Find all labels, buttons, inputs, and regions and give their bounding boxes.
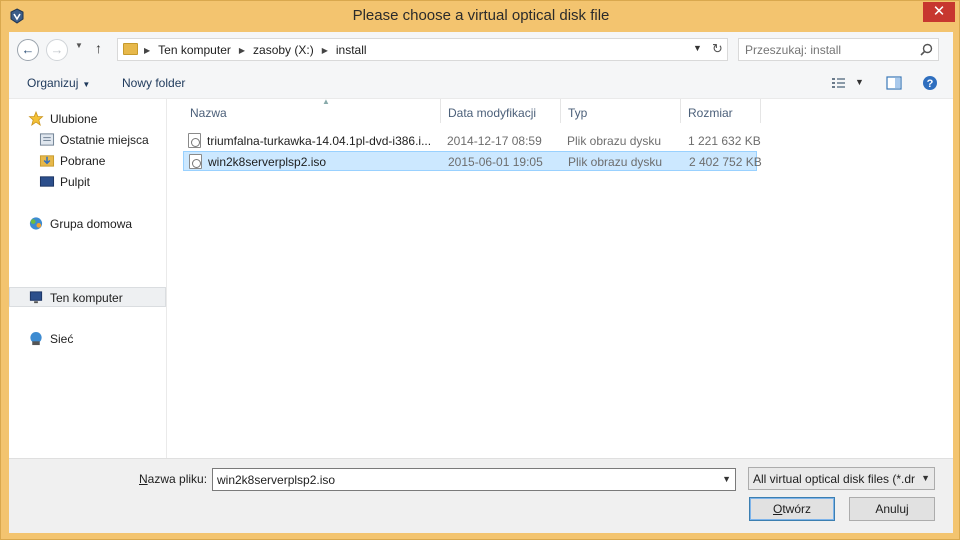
- preview-pane-icon[interactable]: [886, 75, 902, 91]
- view-options-icon[interactable]: [831, 75, 847, 91]
- file-type-select[interactable]: All virtual optical disk files (*.dr ▼: [748, 467, 935, 490]
- file-list: Nazwa ▲ Data modyfikacji Typ Rozmiar tri…: [168, 97, 953, 458]
- sort-ascending-icon: ▲: [322, 97, 330, 106]
- sidebar-item-label: Ten komputer: [50, 291, 123, 305]
- close-button[interactable]: ✕: [923, 2, 955, 22]
- sidebar-item-label: Ulubione: [50, 112, 98, 126]
- column-header-size[interactable]: Rozmiar: [681, 99, 761, 123]
- cancel-button[interactable]: Anuluj: [849, 497, 935, 521]
- open-button-label: twórz: [782, 502, 811, 516]
- sidebar-item-favorites[interactable]: Ulubione: [9, 109, 166, 129]
- breadcrumb: ▶ Ten komputer ▶ zasoby (X:) ▶ install: [144, 43, 367, 57]
- file-name: win2k8serverplsp2.iso: [208, 155, 327, 169]
- breadcrumb-item-computer[interactable]: Ten komputer: [158, 43, 231, 57]
- title-bar[interactable]: Please choose a virtual optical disk fil…: [1, 1, 960, 31]
- sidebar-item-recent-places[interactable]: Ostatnie miejsca: [9, 130, 166, 150]
- file-size: 2 402 752 KB: [689, 155, 762, 169]
- window-title: Please choose a virtual optical disk fil…: [352, 7, 610, 24]
- dialog-client: ← → ▼ ↑ ▶ Ten komputer ▶ zasoby (X:) ▶ i…: [9, 32, 953, 533]
- search-icon[interactable]: [920, 43, 933, 56]
- navigation-row: ← → ▼ ↑ ▶ Ten komputer ▶ zasoby (X:) ▶ i…: [9, 32, 953, 68]
- filename-label-mnemonic: N: [139, 472, 148, 486]
- navigation-pane: Ulubione Ostatnie miejsca Pobrane Pulpit…: [9, 99, 167, 458]
- column-header-label: Nazwa: [190, 106, 227, 120]
- address-bar[interactable]: ▶ Ten komputer ▶ zasoby (X:) ▶ install ▼…: [117, 38, 728, 61]
- filename-label: Nazwa pliku:: [139, 472, 207, 486]
- file-type: Plik obrazu dysku: [567, 134, 662, 148]
- file-type: Plik obrazu dysku: [568, 155, 663, 169]
- chevron-right-icon[interactable]: ▶: [144, 46, 150, 55]
- filename-combobox[interactable]: win2k8serverplsp2.iso ▼: [212, 468, 736, 491]
- up-folder-button[interactable]: ↑: [95, 40, 102, 56]
- filename-input-value[interactable]: win2k8serverplsp2.iso: [217, 473, 335, 487]
- bottom-panel: Nazwa pliku: win2k8serverplsp2.iso ▼ All…: [9, 458, 953, 533]
- sidebar-item-homegroup[interactable]: Grupa domowa: [9, 214, 166, 234]
- file-date: 2014-12-17 08:59: [447, 134, 542, 148]
- sidebar-item-label: Ostatnie miejsca: [60, 133, 149, 147]
- desktop-icon: [39, 176, 55, 187]
- column-header-type[interactable]: Typ: [561, 99, 681, 123]
- column-header-name[interactable]: Nazwa ▲: [183, 97, 441, 123]
- chevron-right-icon[interactable]: ▶: [322, 46, 328, 55]
- chevron-right-icon[interactable]: ▶: [239, 46, 245, 55]
- network-icon: [30, 331, 42, 346]
- folder-icon: [123, 43, 138, 55]
- file-name: triumfalna-turkawka-14.04.1pl-dvd-i386.i…: [207, 134, 432, 148]
- recent-places-icon: [39, 133, 55, 146]
- refresh-icon[interactable]: ↻: [712, 41, 728, 57]
- back-button[interactable]: ←: [17, 39, 39, 61]
- command-toolbar: Organizuj ▼ Nowy folder ▼ ?: [9, 68, 953, 99]
- chevron-down-icon: ▼: [82, 80, 91, 89]
- sidebar-item-label: Grupa domowa: [50, 217, 133, 231]
- recent-locations-dropdown-icon[interactable]: ▼: [75, 41, 83, 50]
- svg-text:?: ?: [927, 78, 934, 90]
- star-icon: [28, 111, 44, 126]
- sidebar-item-label: Sieć: [50, 332, 74, 346]
- filename-label-rest: azwa pliku:: [147, 472, 208, 486]
- file-row[interactable]: triumfalna-turkawka-14.04.1pl-dvd-i386.i…: [183, 131, 761, 151]
- computer-icon: [29, 291, 43, 304]
- search-box[interactable]: [738, 38, 939, 61]
- search-input[interactable]: [745, 42, 915, 58]
- chevron-down-icon[interactable]: ▼: [921, 473, 930, 483]
- downloads-icon: [39, 155, 55, 167]
- open-button[interactable]: Otwórz: [749, 497, 835, 521]
- sidebar-item-this-pc[interactable]: Ten komputer: [9, 287, 166, 307]
- homegroup-icon: [29, 217, 43, 230]
- column-header-date[interactable]: Data modyfikacji: [441, 99, 561, 123]
- chevron-down-icon[interactable]: ▼: [722, 474, 731, 484]
- sidebar-item-label: Pulpit: [60, 175, 91, 189]
- file-date: 2015-06-01 19:05: [448, 155, 543, 169]
- sidebar-item-downloads[interactable]: Pobrane: [9, 151, 166, 171]
- file-row-selected[interactable]: win2k8serverplsp2.iso 2015-06-01 19:05 P…: [183, 151, 762, 171]
- view-dropdown-icon[interactable]: ▼: [855, 77, 864, 87]
- breadcrumb-item-install[interactable]: install: [336, 43, 367, 57]
- disk-image-file-icon: [189, 154, 202, 169]
- file-size: 1 221 632 KB: [688, 134, 761, 148]
- file-type-select-value: All virtual optical disk files (*.dr: [753, 472, 915, 486]
- sidebar-item-network[interactable]: Sieć: [9, 329, 166, 349]
- forward-button[interactable]: →: [46, 39, 68, 61]
- help-icon[interactable]: ?: [922, 75, 938, 91]
- organize-label: Organizuj: [27, 76, 79, 90]
- breadcrumb-item-drive[interactable]: zasoby (X:): [253, 43, 314, 57]
- sidebar-item-desktop[interactable]: Pulpit: [9, 172, 166, 192]
- open-button-mnemonic: O: [772, 502, 783, 516]
- disk-image-file-icon: [188, 133, 201, 148]
- address-history-dropdown-icon[interactable]: ▼: [693, 43, 702, 53]
- organize-button[interactable]: Organizuj ▼: [27, 76, 90, 90]
- sidebar-item-label: Pobrane: [60, 154, 106, 168]
- new-folder-button[interactable]: Nowy folder: [122, 76, 185, 90]
- dialog-window: Please choose a virtual optical disk fil…: [0, 0, 960, 540]
